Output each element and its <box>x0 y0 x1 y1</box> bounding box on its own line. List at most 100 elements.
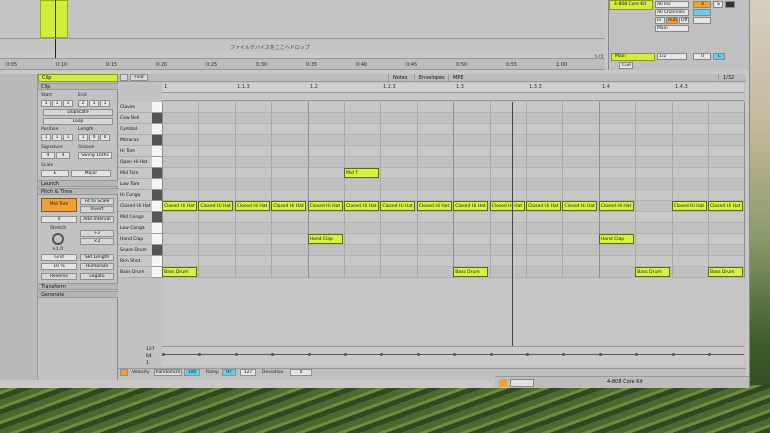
length-sixteenth[interactable]: 0 <box>100 134 110 141</box>
grid-select[interactable]: Grid <box>41 254 77 261</box>
midi-note[interactable]: Closed Hi Hat <box>344 201 379 211</box>
tab-mpe[interactable]: MPE <box>448 74 468 82</box>
end-beat[interactable]: 1 <box>89 100 99 107</box>
invert-button[interactable]: Invert <box>80 206 114 213</box>
midi-note[interactable]: Bass Drum <box>162 267 197 277</box>
launch-section-header[interactable]: Launch <box>38 180 118 187</box>
drum-row-label[interactable]: Open Hi Hat <box>118 157 154 168</box>
piano-key[interactable] <box>152 212 162 223</box>
output-select[interactable]: Main <box>655 25 689 32</box>
bar-ruler[interactable]: 1 1.1.3 1.2 1.2.3 1.3 1.3.3 1.4 1.4.3 <box>162 83 744 93</box>
arrangement-view[interactable]: ファイルデバイスをここへドロップ <box>0 0 605 58</box>
zoom-select[interactable]: 1/32 <box>718 74 738 82</box>
start-beat[interactable]: 1 <box>52 100 62 107</box>
drum-row-label[interactable]: Claves <box>118 102 154 113</box>
drum-row-label[interactable]: Cymbal <box>118 124 154 135</box>
piano-key[interactable] <box>152 168 162 179</box>
midi-note[interactable]: Closed Hi Hat <box>198 201 234 211</box>
pan-field[interactable] <box>693 17 711 24</box>
midi-note[interactable]: Closed Hi Hat <box>671 201 707 211</box>
midi-note[interactable]: Hand Clap <box>598 234 634 244</box>
drum-row-label[interactable]: Rim Shot <box>118 256 154 267</box>
note-name-display[interactable]: Mid Tom <box>41 198 77 212</box>
scale-root-select[interactable]: E <box>41 170 69 177</box>
loop-button[interactable]: Loop <box>43 118 113 125</box>
midi-note[interactable]: Hand Clap <box>307 234 343 244</box>
midi-note[interactable]: Closed Hi Hat <box>234 201 270 211</box>
drum-row-label[interactable]: Maracas <box>118 135 154 146</box>
arm-button[interactable] <box>725 1 735 8</box>
piano-key[interactable] <box>152 179 162 190</box>
piano-key[interactable] <box>152 102 162 113</box>
midi-note[interactable]: Closed Hi Hat <box>598 201 634 211</box>
piano-key[interactable] <box>152 267 162 278</box>
monitor-in-button[interactable]: In <box>655 17 665 24</box>
drum-row-label[interactable]: Low Tom <box>118 179 154 190</box>
track-header[interactable]: 4-808 Core Kit <box>609 0 653 10</box>
piano-key[interactable] <box>152 157 162 168</box>
drum-row-label[interactable]: Closed Hi Hat <box>118 201 154 212</box>
main-track-header[interactable]: Main <box>611 53 655 61</box>
set-length-button[interactable]: Set Length <box>80 254 114 261</box>
piano-key[interactable] <box>152 223 162 234</box>
piano-key[interactable] <box>152 256 162 267</box>
velocity-toggle-icon[interactable] <box>120 369 128 376</box>
drum-row-label[interactable]: Hand Clap <box>118 234 154 245</box>
midi-note[interactable]: Closed Hi Hat <box>307 201 343 211</box>
piano-key[interactable] <box>152 190 162 201</box>
midi-note[interactable]: Closed Hi Hat <box>162 201 197 211</box>
piano-key[interactable] <box>152 201 162 212</box>
fold-toggle-icon[interactable] <box>120 74 128 81</box>
tab-notes[interactable]: Notes <box>388 74 411 82</box>
position-bar[interactable]: 1 <box>41 134 51 141</box>
piano-key[interactable] <box>152 245 162 256</box>
transform-section-header[interactable]: Transform <box>38 283 118 290</box>
end-bar[interactable]: 2 <box>78 100 88 107</box>
piano-key[interactable] <box>152 124 162 135</box>
legato-button[interactable]: Legato <box>80 273 114 280</box>
double-button[interactable]: ×2 <box>80 238 114 245</box>
midi-note[interactable]: Closed Hi Hat <box>380 201 416 211</box>
velocity-value[interactable]: 100 <box>184 369 200 376</box>
solo-button[interactable]: S <box>713 1 723 8</box>
interval-field[interactable]: 0 <box>41 216 77 223</box>
stretch-knob-icon[interactable] <box>52 233 64 245</box>
start-sixteenth[interactable]: 1 <box>63 100 73 107</box>
midi-note[interactable]: Closed Hi Hat <box>271 201 307 211</box>
cue-button[interactable]: Cue <box>619 62 633 69</box>
half-button[interactable]: ÷2 <box>80 230 114 237</box>
warning-icon[interactable] <box>499 379 507 387</box>
midi-note[interactable]: Bass Drum <box>635 267 671 277</box>
monitor-off-button[interactable]: Off <box>679 17 689 24</box>
drum-row-label[interactable]: Snare Drum <box>118 245 154 256</box>
reverse-button[interactable]: Reverse <box>41 273 77 280</box>
drum-row-label[interactable]: Hi Tom <box>118 146 154 157</box>
midi-note[interactable]: Closed Hi Hat <box>562 201 598 211</box>
piano-key[interactable] <box>152 234 162 245</box>
main-volume[interactable]: 0 <box>693 53 711 60</box>
input-channel-select[interactable]: All Channels <box>655 9 689 16</box>
position-beat[interactable]: 1 <box>52 134 62 141</box>
scale-name-select[interactable]: Major <box>71 170 111 177</box>
drum-row-label[interactable]: Cow Bell <box>118 113 154 124</box>
fit-to-scale-button[interactable]: Fit to Scale <box>80 198 114 205</box>
ramp-from[interactable]: 97 <box>222 369 236 376</box>
humanize-button[interactable]: Humanize <box>80 263 114 270</box>
drum-row-label[interactable]: Hi Conga <box>118 190 154 201</box>
signature-denominator[interactable]: 4 <box>56 152 70 159</box>
note-grid[interactable]: Mid T Closed Hi Hat Closed Hi Hat Closed Hi… <box>162 102 746 352</box>
midi-note[interactable]: Closed Hi Hat <box>489 201 525 211</box>
ramp-to[interactable]: 127 <box>240 369 256 376</box>
duplicate-button[interactable]: Duplicate <box>43 109 113 116</box>
start-bar[interactable]: 1 <box>41 100 51 107</box>
length-beat[interactable]: 0 <box>89 134 99 141</box>
drum-row-label[interactable]: Low Conga <box>118 223 154 234</box>
humanize-amount[interactable]: 10 % <box>41 263 77 270</box>
end-sixteenth[interactable]: 1 <box>100 100 110 107</box>
piano-key[interactable] <box>152 113 162 124</box>
fold-button[interactable]: Fold <box>130 74 148 81</box>
midi-note[interactable]: Bass Drum <box>453 267 489 277</box>
clip-section-header[interactable]: Clip <box>38 83 118 90</box>
generate-section-header[interactable]: Generate <box>38 291 118 298</box>
randomize-button[interactable]: Randomize <box>154 369 182 376</box>
